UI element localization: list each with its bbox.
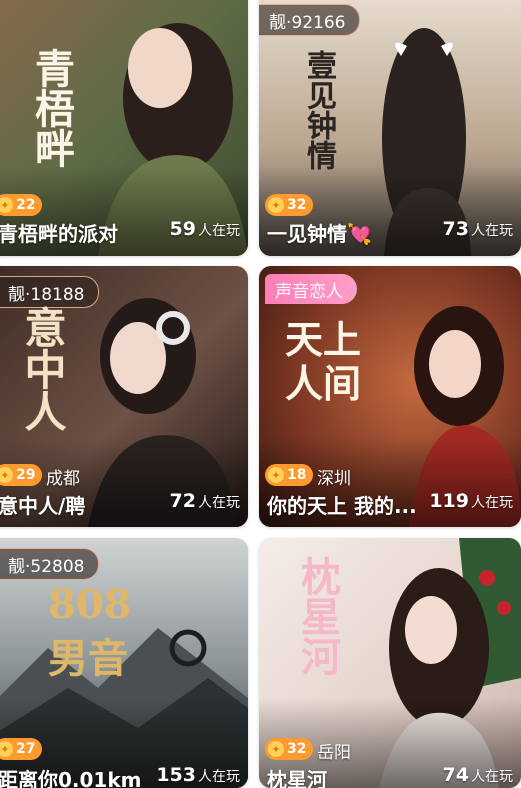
room-level-badge: ✦ 18 <box>265 464 314 486</box>
poster-title-art: 808男音 <box>48 581 132 682</box>
online-count: 74 人在玩 <box>442 764 513 786</box>
poster-title-art: 天上人间 <box>285 317 362 406</box>
room-card[interactable]: 声音恋人 天上人间 ✦ 18 深圳 你的天上 我的... 119 人在玩 <box>259 266 521 527</box>
room-title: 青梧畔的派对 <box>0 222 118 246</box>
room-level-badge: ✦ 29 <box>0 464 43 486</box>
room-city: 深圳 <box>317 469 351 489</box>
online-count: 73 人在玩 <box>442 218 513 240</box>
room-card[interactable]: 靓·92166 壹见钟情 ✦ 32 一见钟情💘 73 人在玩 <box>259 0 521 256</box>
room-city: 岳阳 <box>317 743 351 763</box>
pretty-number-badge: 靓·52808 <box>0 548 100 580</box>
pretty-number-badge: 靓·18188 <box>0 276 100 308</box>
poster-title-art: 意中人 <box>18 306 67 432</box>
room-card[interactable]: 靓·52808 808男音 ✦ 27 距离你0.01km 153 人在玩 <box>0 538 248 788</box>
pretty-number-badge: 靓·92166 <box>259 4 361 36</box>
room-card[interactable]: 枕星河 ✦ 32 岳阳 枕星河 74 人在玩 <box>259 538 521 788</box>
room-title: 意中人/聘 <box>0 494 86 518</box>
room-level-badge: ✦ 32 <box>265 738 314 760</box>
room-title: 你的天上 我的... <box>267 494 417 518</box>
star-badge-icon: ✦ <box>0 467 13 483</box>
voice-lover-badge: 声音恋人 <box>265 274 357 304</box>
room-level-badge: ✦ 27 <box>0 738 43 760</box>
star-badge-icon: ✦ <box>268 197 284 213</box>
room-grid: 青梧畔 ✦ 22 青梧畔的派对 59 人在玩 靓·92166 壹见钟情 ✦ 32… <box>0 0 521 788</box>
star-badge-icon: ✦ <box>0 741 13 757</box>
star-badge-icon: ✦ <box>268 467 284 483</box>
room-title: 一见钟情💘 <box>267 222 372 246</box>
room-title: 距离你0.01km <box>0 768 142 788</box>
room-city: 成都 <box>46 469 80 489</box>
poster-title-art: 壹见钟情 <box>301 50 336 170</box>
room-title: 枕星河 <box>267 768 327 788</box>
online-count: 153 人在玩 <box>156 764 240 786</box>
room-level-badge: ✦ 32 <box>265 194 314 216</box>
online-count: 59 人在玩 <box>169 218 240 240</box>
star-badge-icon: ✦ <box>268 741 284 757</box>
online-count: 119 人在玩 <box>429 490 513 512</box>
online-count: 72 人在玩 <box>169 490 240 512</box>
poster-title-art: 枕星河 <box>294 556 341 676</box>
star-badge-icon: ✦ <box>0 197 13 213</box>
room-card[interactable]: 青梧畔 ✦ 22 青梧畔的派对 59 人在玩 <box>0 0 248 256</box>
room-card[interactable]: 靓·18188 意中人 ✦ 29 成都 意中人/聘 72 人在玩 <box>0 266 248 527</box>
room-level-badge: ✦ 22 <box>0 194 43 216</box>
poster-title-art: 青梧畔 <box>28 48 75 168</box>
